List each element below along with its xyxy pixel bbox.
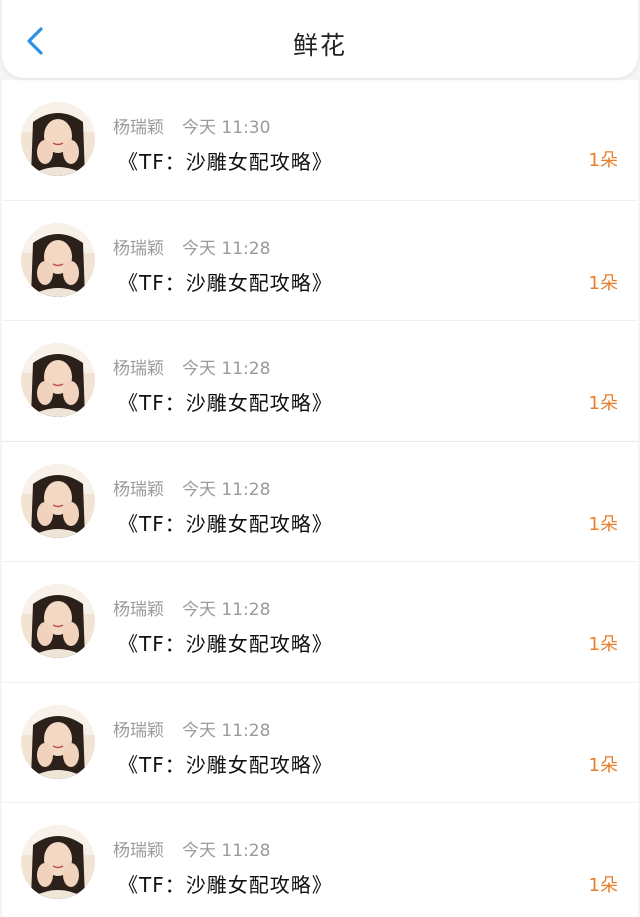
avatar[interactable] bbox=[21, 825, 95, 899]
book-title[interactable]: 《TF：沙雕女配攻略》 bbox=[118, 267, 333, 296]
list-item[interactable]: 杨瑞颖 今天 11:28 《TF：沙雕女配攻略》 1朵 bbox=[2, 803, 638, 917]
list-item[interactable]: 杨瑞颖 今天 11:28 《TF：沙雕女配攻略》 1朵 bbox=[2, 683, 638, 803]
record-meta: 杨瑞颖 今天 11:30 bbox=[113, 113, 270, 138]
avatar-image bbox=[21, 463, 95, 538]
page-title: 鲜花 bbox=[292, 31, 347, 60]
timestamp: 今天 11:30 bbox=[182, 118, 271, 138]
flower-count: 1朵 bbox=[588, 393, 618, 414]
list-item[interactable]: 杨瑞颖 今天 11:30 《TF：沙雕女配攻略》 1朵 bbox=[2, 80, 638, 201]
flower-count: 1朵 bbox=[588, 272, 618, 294]
flower-count: 1朵 bbox=[588, 875, 618, 896]
sender-name: 杨瑞颖 bbox=[113, 238, 164, 259]
record-meta: 杨瑞颖 今天 11:28 bbox=[113, 595, 270, 620]
record-meta: 杨瑞颖 今天 11:28 bbox=[113, 716, 270, 741]
timestamp: 今天 11:28 bbox=[182, 720, 271, 741]
avatar[interactable] bbox=[21, 704, 95, 779]
book-title[interactable]: 《TF：沙雕女配攻略》 bbox=[118, 749, 333, 778]
timestamp: 今天 11:28 bbox=[182, 600, 271, 620]
timestamp: 今天 11:28 bbox=[182, 238, 271, 259]
avatar[interactable] bbox=[21, 463, 95, 538]
book-title[interactable]: 《TF：沙雕女配攻略》 bbox=[118, 146, 333, 175]
list-item[interactable]: 杨瑞颖 今天 11:28 《TF：沙雕女配攻略》 1朵 bbox=[2, 562, 638, 683]
timestamp: 今天 11:28 bbox=[182, 359, 271, 379]
sender-name: 杨瑞颖 bbox=[113, 118, 164, 138]
record-meta: 杨瑞颖 今天 11:28 bbox=[113, 475, 270, 500]
avatar[interactable] bbox=[21, 343, 95, 417]
sender-name: 杨瑞颖 bbox=[113, 841, 164, 861]
book-title[interactable]: 《TF：沙雕女配攻略》 bbox=[118, 508, 333, 537]
avatar-image bbox=[21, 222, 95, 297]
timestamp: 今天 11:28 bbox=[182, 841, 271, 861]
book-title[interactable]: 《TF：沙雕女配攻略》 bbox=[118, 628, 333, 657]
flower-count: 1朵 bbox=[588, 150, 618, 171]
top-bar: 鲜花 bbox=[2, 0, 638, 78]
avatar[interactable] bbox=[21, 584, 95, 658]
flower-count: 1朵 bbox=[588, 634, 618, 655]
flower-count: 1朵 bbox=[588, 513, 618, 535]
sender-name: 杨瑞颖 bbox=[113, 479, 164, 500]
sender-name: 杨瑞颖 bbox=[113, 359, 164, 379]
book-title[interactable]: 《TF：沙雕女配攻略》 bbox=[118, 869, 333, 898]
avatar[interactable] bbox=[21, 102, 95, 176]
avatar-image bbox=[21, 102, 95, 176]
flower-record-list[interactable]: 杨瑞颖 今天 11:30 《TF：沙雕女配攻略》 1朵 杨瑞颖 今天 11:28 《… bbox=[2, 80, 638, 917]
book-title[interactable]: 《TF：沙雕女配攻略》 bbox=[118, 387, 333, 416]
avatar[interactable] bbox=[21, 222, 95, 297]
avatar-image bbox=[21, 825, 95, 899]
avatar-image bbox=[21, 704, 95, 779]
flower-count: 1朵 bbox=[588, 754, 618, 776]
list-item[interactable]: 杨瑞颖 今天 11:28 《TF：沙雕女配攻略》 1朵 bbox=[2, 321, 638, 442]
list-item[interactable]: 杨瑞颖 今天 11:28 《TF：沙雕女配攻略》 1朵 bbox=[2, 442, 638, 562]
sender-name: 杨瑞颖 bbox=[113, 600, 164, 620]
sender-name: 杨瑞颖 bbox=[113, 720, 164, 741]
avatar-image bbox=[21, 584, 95, 658]
list-item[interactable]: 杨瑞颖 今天 11:28 《TF：沙雕女配攻略》 1朵 bbox=[2, 201, 638, 321]
avatar-image bbox=[21, 343, 95, 417]
timestamp: 今天 11:28 bbox=[182, 479, 271, 500]
record-meta: 杨瑞颖 今天 11:28 bbox=[113, 234, 270, 259]
record-meta: 杨瑞颖 今天 11:28 bbox=[113, 836, 270, 861]
record-meta: 杨瑞颖 今天 11:28 bbox=[113, 354, 270, 379]
